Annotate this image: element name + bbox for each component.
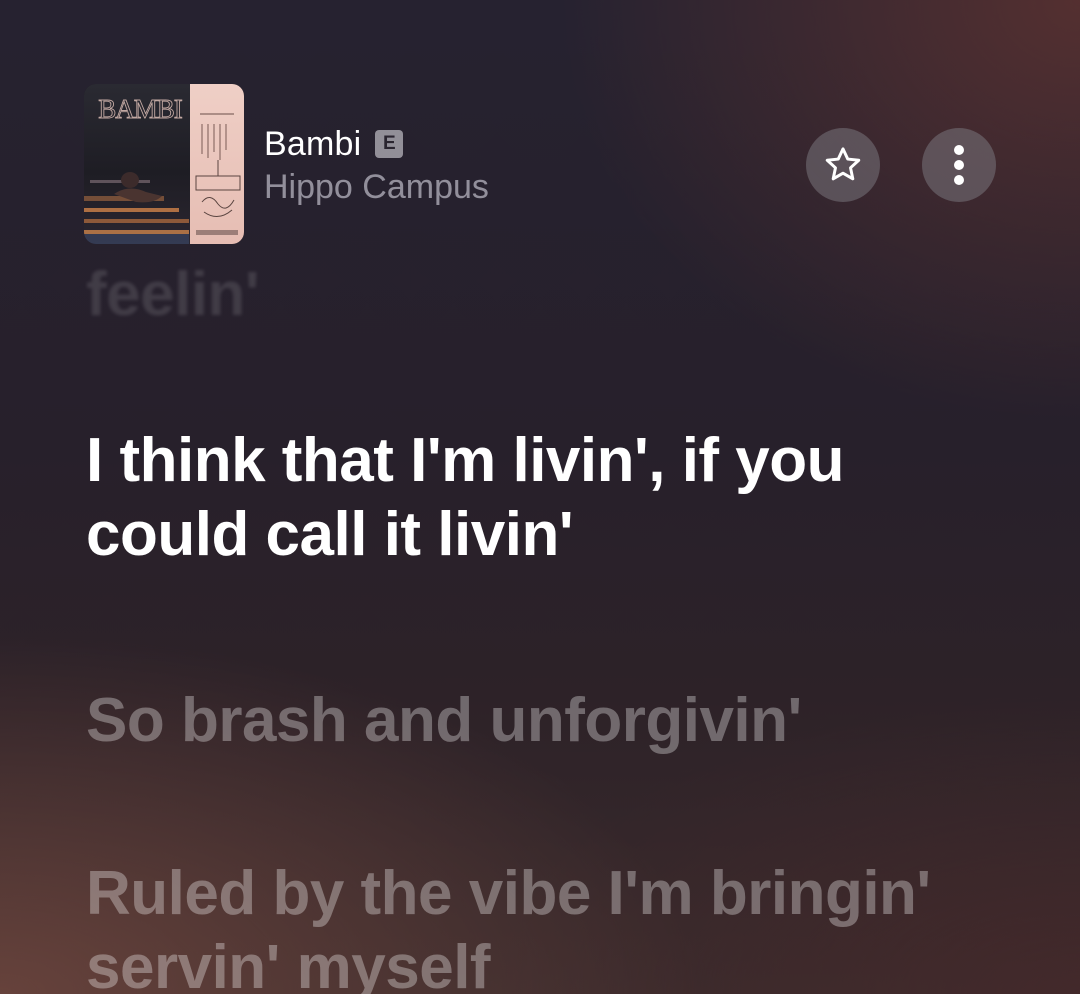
svg-text:BAMBI: BAMBI [98, 94, 183, 124]
lyric-line-previous[interactable]: feelin' [86, 258, 986, 332]
title-row: Bambi E [264, 124, 489, 164]
now-playing-header: BAMBI Bambi E Hippo Campus [84, 84, 996, 244]
more-options-button[interactable] [922, 128, 996, 202]
favorite-button[interactable] [806, 128, 880, 202]
album-artwork-image: BAMBI [84, 84, 244, 244]
album-artwork[interactable]: BAMBI [84, 84, 244, 244]
lyric-line-next[interactable]: Ruled by the vibe I'm bringin' servin' m… [86, 857, 986, 994]
lyric-line-next[interactable]: So brash and unforgivin' [86, 684, 986, 758]
track-title: Bambi [264, 124, 362, 163]
star-outline-icon [825, 147, 861, 181]
artist-name[interactable]: Hippo Campus [264, 168, 489, 207]
vertical-ellipsis-icon [954, 145, 964, 185]
lyrics-screen: { "now_playing": { "title": "Bambi", "ex… [0, 0, 1080, 994]
lyric-line-current[interactable]: I think that I'm livin', if you could ca… [86, 424, 986, 572]
explicit-badge: E [375, 130, 404, 158]
track-info[interactable]: Bambi E Hippo Campus [264, 124, 489, 207]
